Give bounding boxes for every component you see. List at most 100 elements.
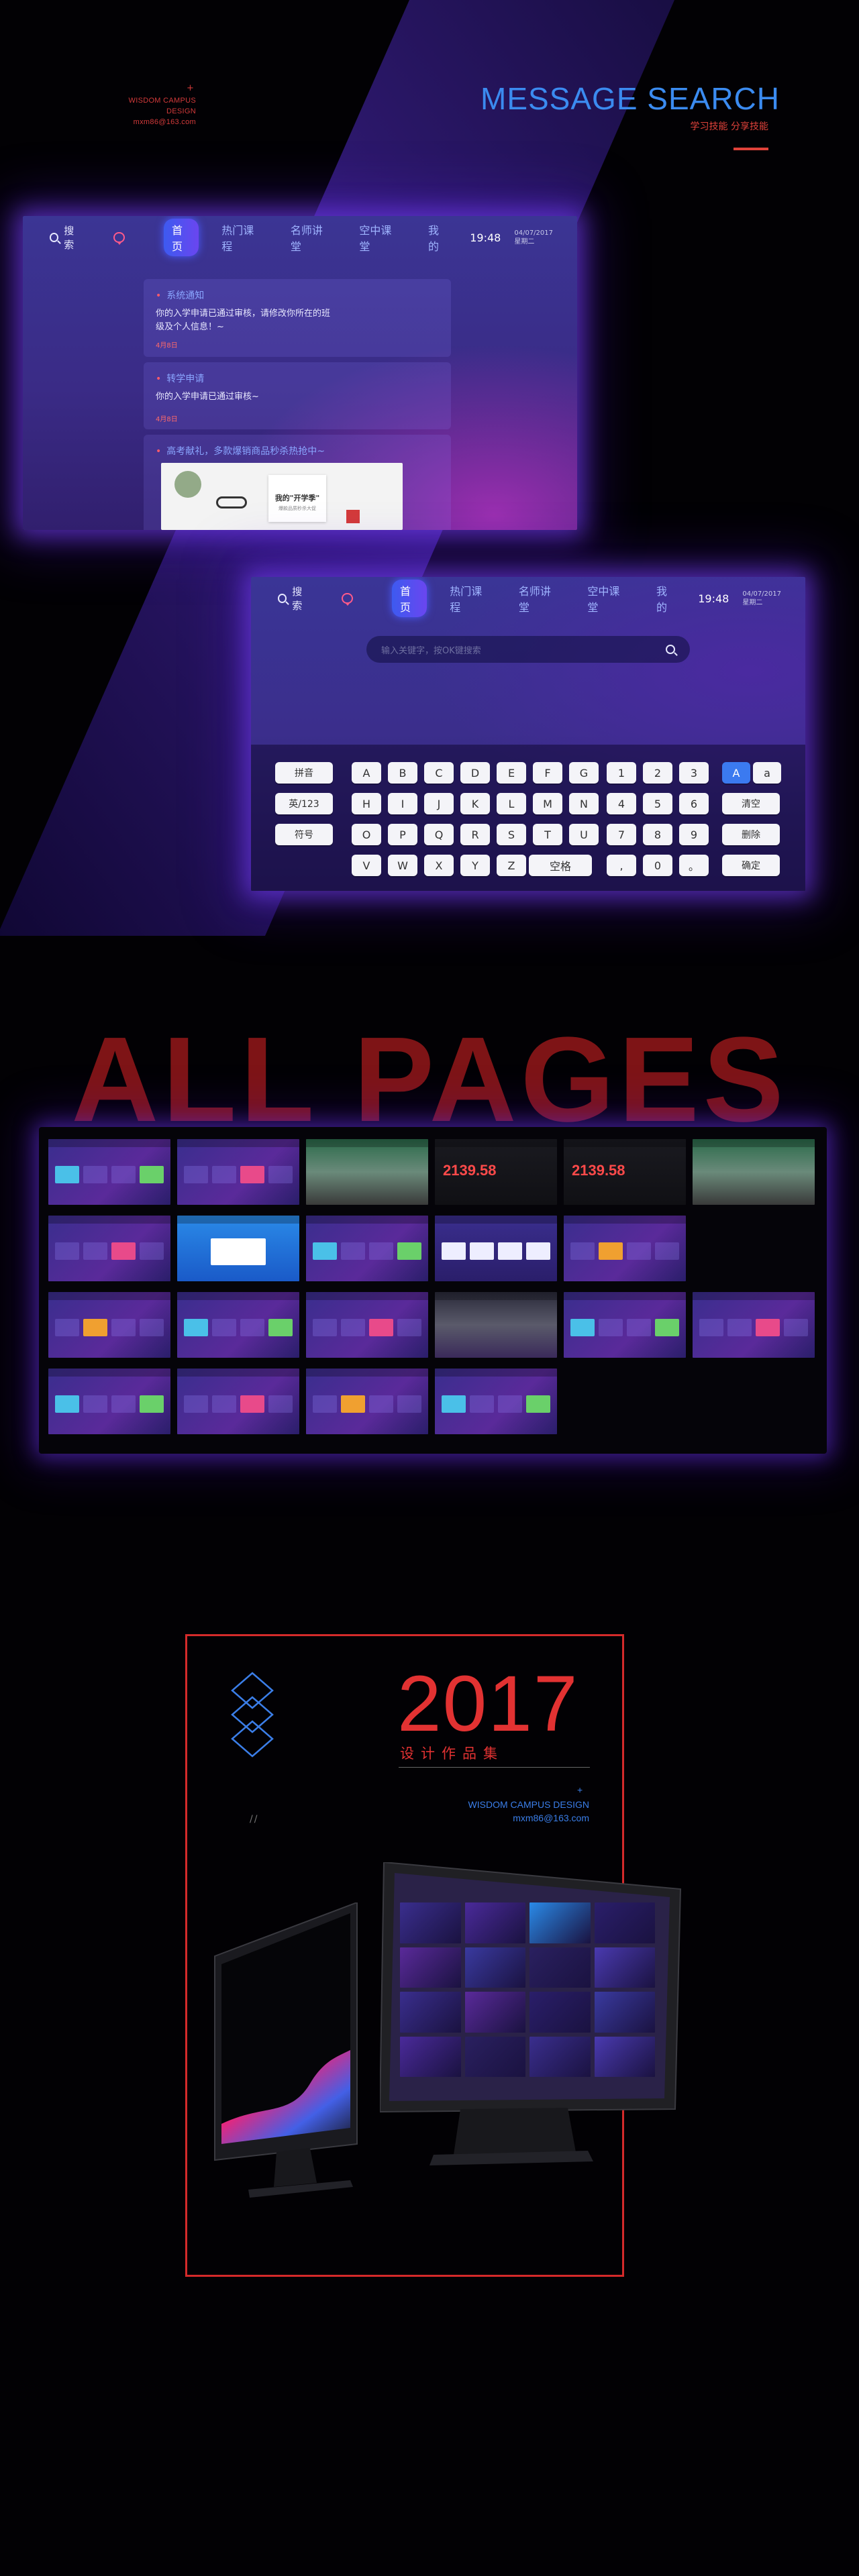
keyboard-letter-key[interactable]: W xyxy=(388,855,417,876)
keyboard-letter-key[interactable]: Q xyxy=(424,824,454,845)
page-thumbnail[interactable] xyxy=(564,1216,686,1281)
thumbnail-block xyxy=(341,1242,365,1260)
keyboard-uppercase-key[interactable]: A xyxy=(722,762,750,784)
keyboard-letter-key[interactable]: K xyxy=(460,793,490,814)
keyboard-number-key[interactable]: , xyxy=(607,855,636,876)
thumbnail-block xyxy=(498,1395,522,1413)
message-card-promo[interactable]: 高考献礼，多款爆销商品秒杀热抢中~ 我的"开学季" 爆款品质秒杀大促 xyxy=(144,435,451,530)
page-thumbnail[interactable] xyxy=(306,1139,428,1205)
message-icon[interactable] xyxy=(341,593,353,606)
keyboard-letter-key[interactable]: X xyxy=(424,855,454,876)
page-thumbnail[interactable] xyxy=(693,1292,815,1358)
keyboard-letter-key[interactable]: H xyxy=(352,793,381,814)
search-input[interactable]: 输入关键字，按OK键搜索 xyxy=(366,636,690,663)
page-thumbnail[interactable] xyxy=(306,1216,428,1281)
tab-live-class[interactable]: 空中课堂 xyxy=(351,219,405,256)
tab-hot-courses[interactable]: 热门课程 xyxy=(442,580,496,617)
page-thumbnail[interactable] xyxy=(177,1292,299,1358)
keyboard-letter-key[interactable]: C xyxy=(424,762,454,784)
tab-home[interactable]: 首页 xyxy=(391,580,427,617)
page-thumbnail[interactable] xyxy=(48,1139,170,1205)
keyboard-number-key[interactable]: 3 xyxy=(679,762,709,784)
keyboard-mode-key[interactable]: 英/123 xyxy=(275,793,333,814)
thumbnail-block xyxy=(369,1395,393,1413)
keyboard-number-key[interactable]: 7 xyxy=(607,824,636,845)
keyboard-letter-key[interactable]: G xyxy=(569,762,599,784)
keyboard-number-key[interactable]: 。 xyxy=(679,855,709,876)
tab-hot-courses[interactable]: 热门课程 xyxy=(213,219,268,256)
keyboard-number-key[interactable]: 4 xyxy=(607,793,636,814)
title-underline xyxy=(734,148,768,150)
keyboard-number-key[interactable]: 6 xyxy=(679,793,709,814)
keyboard-letter-key[interactable]: N xyxy=(569,793,599,814)
keyboard-number-key[interactable]: 1 xyxy=(607,762,636,784)
keyboard-letter-key[interactable]: V xyxy=(352,855,381,876)
keyboard-letter-key[interactable]: I xyxy=(388,793,417,814)
tab-live-class[interactable]: 空中课堂 xyxy=(579,580,634,617)
poster-divider xyxy=(399,1767,590,1768)
page-thumbnail[interactable] xyxy=(435,1292,557,1358)
keyboard-delete-key[interactable]: 删除 xyxy=(722,824,780,845)
thumbnail-navbar xyxy=(306,1368,428,1377)
page-thumbnail[interactable] xyxy=(435,1368,557,1434)
thumbnail-block xyxy=(470,1242,494,1260)
keyboard-letter-key[interactable]: R xyxy=(460,824,490,845)
search-button[interactable]: 搜索 xyxy=(50,223,83,252)
search-button[interactable]: 搜索 xyxy=(278,584,311,612)
keyboard-space-key[interactable]: 空格 xyxy=(529,855,592,876)
page-thumbnail[interactable] xyxy=(177,1216,299,1281)
tab-teacher-lectures[interactable]: 名师讲堂 xyxy=(283,219,337,256)
page-thumbnail[interactable] xyxy=(306,1292,428,1358)
keyboard-letter-key[interactable]: E xyxy=(497,762,526,784)
page-thumbnail[interactable] xyxy=(693,1139,815,1205)
keyboard-letter-key[interactable]: M xyxy=(533,793,562,814)
keyboard-mode-key[interactable]: 符号 xyxy=(275,824,333,845)
page-thumbnail[interactable]: 2139.58 xyxy=(435,1139,557,1205)
keyboard-number-key[interactable]: 8 xyxy=(643,824,672,845)
keyboard-letter-key[interactable]: Y xyxy=(460,855,490,876)
page-thumbnail[interactable] xyxy=(435,1216,557,1281)
keyboard-letter-key[interactable]: L xyxy=(497,793,526,814)
search-submit-icon[interactable] xyxy=(666,645,675,654)
keyboard-lowercase-key[interactable]: a xyxy=(753,762,781,784)
tab-home[interactable]: 首页 xyxy=(163,219,199,256)
page-thumbnail[interactable] xyxy=(48,1292,170,1358)
page-thumbnail[interactable] xyxy=(48,1368,170,1434)
keyboard-number-key[interactable]: 0 xyxy=(643,855,672,876)
keyboard-confirm-key[interactable]: 确定 xyxy=(722,855,780,876)
message-card[interactable]: 转学申请 你的入学申请已通过审核~ 4月8日 xyxy=(144,362,451,429)
page-thumbnail[interactable] xyxy=(177,1139,299,1205)
tab-mine[interactable]: 我的 xyxy=(648,580,683,617)
keyboard-letter-key[interactable]: D xyxy=(460,762,490,784)
message-card[interactable]: 系统通知 你的入学申请已通过审核，请修改你所在的班 级及个人信息！~ 4月8日 xyxy=(144,279,451,357)
keyboard-letter-key[interactable]: Z xyxy=(497,855,526,876)
page-thumbnail[interactable]: 2139.58 xyxy=(564,1139,686,1205)
keyboard-letter-key[interactable]: J xyxy=(424,793,454,814)
promo-box: 我的"开学季" 爆款品质秒杀大促 xyxy=(268,475,326,522)
tab-teacher-lectures[interactable]: 名师讲堂 xyxy=(511,580,565,617)
page-thumbnail[interactable] xyxy=(48,1216,170,1281)
keyboard-mode-key[interactable]: 拼音 xyxy=(275,762,333,784)
keyboard-letter-key[interactable]: T xyxy=(533,824,562,845)
keyboard-letter-key[interactable]: P xyxy=(388,824,417,845)
page-thumbnail[interactable] xyxy=(564,1292,686,1358)
keyboard-number-key[interactable]: 9 xyxy=(679,824,709,845)
page-thumbnail[interactable] xyxy=(306,1368,428,1434)
top-nav: 搜索 首页 热门课程 名师讲堂 空中课堂 我的 19:48 04/07/2017… xyxy=(23,216,577,259)
keyboard-letter-key[interactable]: O xyxy=(352,824,381,845)
thumbnail-block xyxy=(313,1242,337,1260)
message-icon[interactable] xyxy=(113,232,125,245)
thumbnail-dialog xyxy=(211,1238,266,1265)
keyboard-letter-key[interactable]: B xyxy=(388,762,417,784)
keyboard-letter-key[interactable]: U xyxy=(569,824,599,845)
page-thumbnail[interactable] xyxy=(177,1368,299,1434)
keyboard-clear-key[interactable]: 清空 xyxy=(722,793,780,814)
thumbnail-block xyxy=(83,1242,107,1260)
tab-mine[interactable]: 我的 xyxy=(420,219,455,256)
keyboard-number-key[interactable]: 5 xyxy=(643,793,672,814)
thumbnail-block xyxy=(184,1319,208,1336)
keyboard-letter-key[interactable]: F xyxy=(533,762,562,784)
keyboard-letter-key[interactable]: S xyxy=(497,824,526,845)
keyboard-number-key[interactable]: 2 xyxy=(643,762,672,784)
keyboard-letter-key[interactable]: A xyxy=(352,762,381,784)
